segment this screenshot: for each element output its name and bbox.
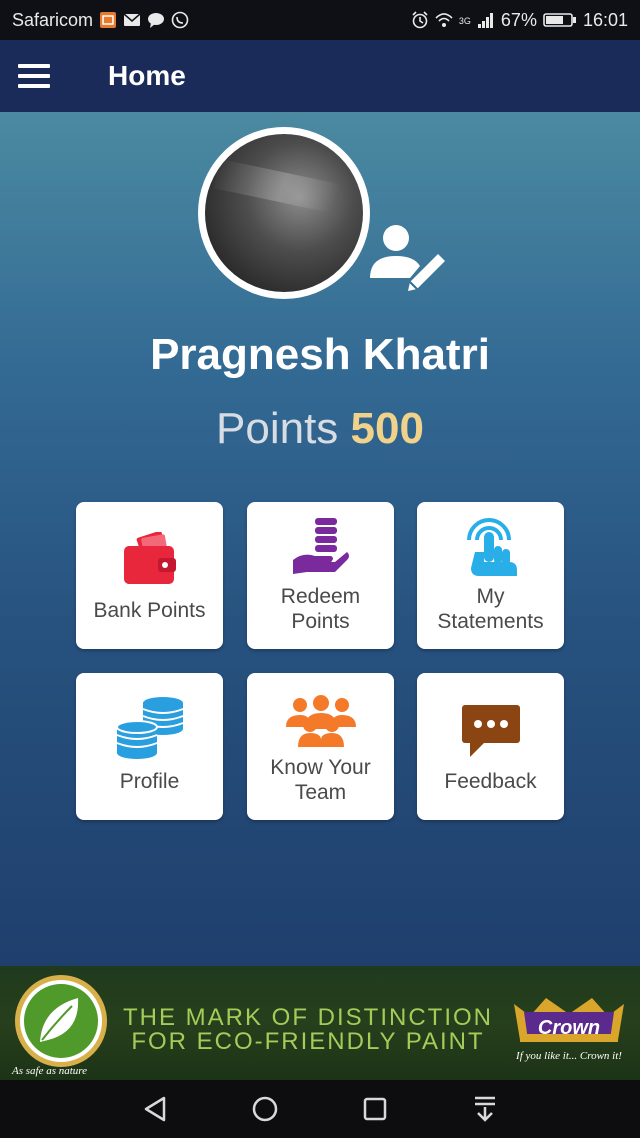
system-nav-bar (0, 1080, 640, 1138)
tile-know-your-team[interactable]: Know Your Team (247, 673, 394, 820)
tile-bank-points[interactable]: Bank Points (76, 502, 223, 649)
ad-banner[interactable]: As safe as nature THE MARK OF DISTINCTIO… (0, 966, 640, 1080)
coin-stacks-icon (115, 697, 183, 759)
chat-icon (148, 13, 165, 28)
battery-percent: 67% (500, 9, 537, 30)
speech-bubble-icon (461, 705, 520, 757)
wifi-icon (435, 13, 453, 27)
page-title: Home (108, 60, 186, 91)
banner-headline-2: FOR ECO-FRIENDLY PAINT (131, 1028, 485, 1055)
home-button[interactable] (245, 1089, 285, 1129)
menu-icon[interactable] (18, 56, 58, 96)
tile-label-feedback: Feedback (444, 770, 537, 793)
tile-label-redeem-points: Redeem Points (280, 585, 361, 633)
avatar[interactable] (198, 127, 370, 299)
tile-profile[interactable]: Profile (76, 673, 223, 820)
back-button[interactable] (135, 1089, 175, 1129)
whatsapp-icon (171, 11, 189, 29)
redeem-coins-hand-icon (292, 518, 349, 574)
tile-redeem-points[interactable]: Redeem Points (247, 502, 394, 649)
status-bar: Safaricom 3G 67% 16:01 (0, 0, 640, 40)
home-content: Pragnesh Khatri Points 500 Bank Points R… (0, 112, 640, 966)
touch-hand-icon (466, 518, 517, 576)
home-circle-icon (252, 1096, 278, 1122)
recents-button[interactable] (355, 1089, 395, 1129)
eco-leaf-badge-icon (15, 975, 107, 1067)
tile-feedback[interactable]: Feedback (417, 673, 564, 820)
user-name: Pragnesh Khatri (150, 330, 490, 379)
points-value: 500 (350, 404, 424, 453)
battery-icon (543, 13, 576, 27)
tile-label-know-your-team: Know Your Team (270, 756, 371, 804)
tile-my-statements[interactable]: My Statements (417, 502, 564, 649)
points-summary: Points 500 (0, 404, 640, 454)
notification-app-icon (100, 12, 117, 28)
tile-label-bank-points: Bank Points (93, 599, 206, 622)
edit-profile-icon[interactable] (366, 220, 446, 292)
clock: 16:01 (582, 9, 628, 30)
network-type: 3G (458, 15, 471, 26)
signal-icon (477, 13, 493, 28)
alarm-icon (412, 11, 428, 29)
recents-square-icon (363, 1097, 387, 1121)
notification-pulldown-button[interactable] (465, 1089, 505, 1129)
back-triangle-icon (144, 1096, 166, 1122)
crown-tagline: If you like it... Crown it! (516, 1050, 622, 1062)
mail-icon (123, 13, 141, 26)
tile-label-my-statements: My Statements (437, 585, 544, 633)
points-label: Points (216, 404, 339, 453)
team-icon (285, 695, 356, 747)
carrier-name: Safaricom (12, 9, 94, 30)
crown-brand-logo: Crown (514, 998, 624, 1042)
wallet-icon (123, 532, 176, 584)
crown-brand-text: Crown (538, 1017, 600, 1039)
pulldown-arrow-icon (475, 1096, 495, 1122)
app-bar: Home (0, 40, 640, 112)
tile-label-profile: Profile (119, 770, 180, 793)
eco-slogan: As safe as nature (12, 1065, 88, 1077)
